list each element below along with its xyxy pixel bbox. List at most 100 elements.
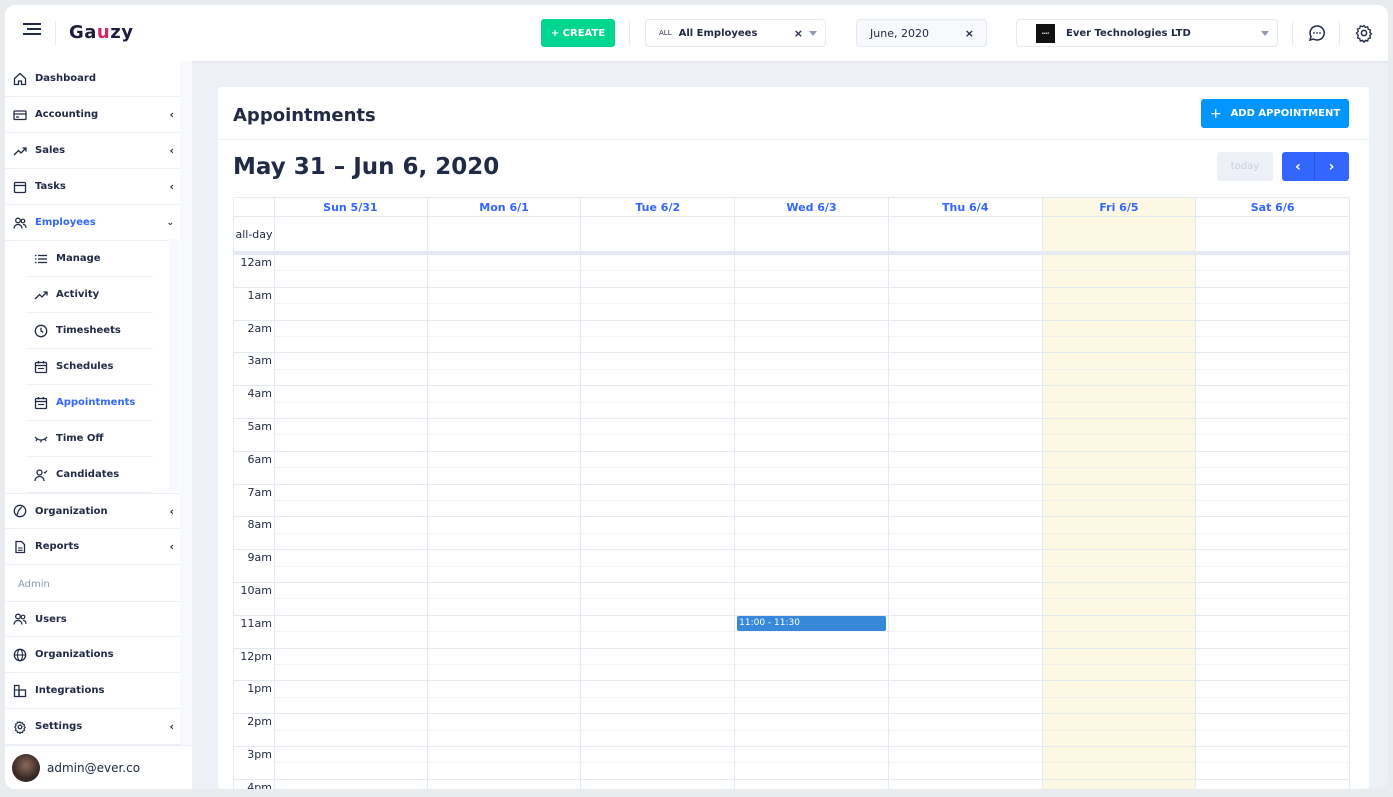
- sidebar-subitem-activity[interactable]: Activity: [26, 277, 153, 313]
- appointment-event[interactable]: 11:00 - 11:30: [737, 615, 886, 632]
- app-window: Gauzy + CREATE ALL All Employees × June,…: [5, 5, 1388, 789]
- sidebar-item-sales[interactable]: Sales ‹: [5, 133, 180, 169]
- sidebar-subitem-label: Activity: [56, 289, 100, 300]
- sidebar-item-organizations[interactable]: Organizations: [5, 637, 180, 673]
- chevron-left-icon: ‹: [169, 144, 174, 157]
- next-week-button[interactable]: ›: [1315, 152, 1348, 181]
- hour-line: [234, 286, 1350, 288]
- time-label: 7am: [247, 485, 272, 499]
- chevron-down-icon: [809, 31, 817, 36]
- person-icon: [33, 467, 49, 483]
- top-header: Gauzy + CREATE ALL All Employees × June,…: [5, 5, 1388, 61]
- sidebar-subitem-appointments[interactable]: Appointments: [26, 385, 153, 421]
- gear-icon[interactable]: [1354, 23, 1374, 43]
- appointments-card: Appointments + ADD APPOINTMENT May 31 – …: [218, 87, 1369, 789]
- half-hour-line: [274, 729, 1350, 731]
- eye-off-icon: [33, 431, 49, 447]
- time-label: 6am: [247, 452, 272, 466]
- integrations-icon: [12, 683, 28, 699]
- trending-up-icon: [33, 287, 49, 303]
- chevron-down-icon: [1261, 31, 1269, 36]
- day-header[interactable]: Thu 6/4: [888, 198, 1043, 217]
- hour-line: [234, 516, 1350, 518]
- time-label: 1pm: [247, 682, 272, 696]
- sidebar-subitem-candidates[interactable]: Candidates: [26, 457, 153, 493]
- half-hour-line: [274, 664, 1350, 665]
- calendar-icon: [33, 359, 49, 375]
- menu-toggle-icon[interactable]: [23, 23, 41, 41]
- half-hour-line: [274, 270, 1350, 272]
- organization-select[interactable]: ever Ever Technologies LTD: [1016, 19, 1278, 47]
- half-hour-line: [274, 401, 1350, 403]
- avatar[interactable]: [12, 753, 40, 782]
- sidebar-subitem-time-off[interactable]: Time Off: [26, 421, 153, 457]
- sidebar-item-accounting[interactable]: Accounting ‹: [5, 97, 180, 133]
- sidebar-item-integrations[interactable]: Integrations: [5, 673, 180, 709]
- date-select-value: June, 2020: [870, 26, 929, 40]
- time-label: 9am: [247, 551, 272, 565]
- sidebar-item-reports[interactable]: Reports ‹: [5, 529, 180, 565]
- chat-icon[interactable]: [1307, 23, 1327, 43]
- day-header[interactable]: Sun 5/31: [274, 198, 428, 217]
- all-day-label: all-day: [235, 228, 273, 241]
- user-profile[interactable]: admin@ever.co: [5, 745, 192, 789]
- half-hour-line: [274, 565, 1350, 567]
- day-header[interactable]: Tue 6/2: [581, 198, 736, 217]
- hour-line: [234, 254, 1350, 255]
- hour-line: [234, 680, 1350, 682]
- gauzy-logo[interactable]: Gauzy: [69, 22, 133, 43]
- submenu-scrollbar[interactable]: [169, 239, 179, 491]
- hour-line: [234, 778, 1350, 780]
- day-header[interactable]: Sat 6/6: [1196, 198, 1350, 217]
- sidebar-subitem-schedules[interactable]: Schedules: [26, 349, 153, 385]
- clock-icon: [33, 323, 49, 339]
- sidebar-item-settings[interactable]: Settings ‹: [5, 709, 180, 745]
- calendar-icon: [33, 395, 49, 411]
- card-icon: [12, 107, 28, 123]
- day-header[interactable]: Wed 6/3: [735, 198, 889, 217]
- sidebar-subitem-timesheets[interactable]: Timesheets: [26, 313, 153, 349]
- trending-up-icon: [12, 143, 28, 159]
- create-button[interactable]: + CREATE: [541, 19, 615, 47]
- people-icon: [12, 215, 28, 231]
- time-label: 1am: [247, 288, 272, 302]
- sidebar-item-label: Accounting: [35, 109, 99, 120]
- sidebar-item-users[interactable]: Users: [5, 601, 180, 637]
- sidebar-item-label: Integrations: [35, 685, 105, 696]
- sidebar-subitem-label: Manage: [56, 253, 101, 264]
- time-label: 4pm: [247, 780, 272, 789]
- sidebar-item-dashboard[interactable]: Dashboard: [5, 61, 180, 97]
- today-button[interactable]: today: [1217, 152, 1273, 181]
- prev-week-button[interactable]: ‹: [1282, 152, 1315, 181]
- sidebar-scrollbar[interactable]: [180, 61, 192, 745]
- sidebar-subitem-manage[interactable]: Manage: [26, 241, 153, 277]
- sidebar-subitem-label: Candidates: [56, 469, 120, 480]
- hour-line: [234, 582, 1350, 583]
- file-icon: [12, 539, 28, 555]
- day-header[interactable]: Fri 6/5: [1042, 198, 1197, 217]
- sidebar-item-label: Employees: [35, 217, 96, 228]
- time-label: 12pm: [240, 649, 272, 663]
- day-header[interactable]: Mon 6/1: [427, 198, 582, 217]
- half-hour-line: [274, 303, 1350, 305]
- sidebar-item-tasks[interactable]: Tasks ‹: [5, 169, 180, 205]
- clear-employee-icon[interactable]: ×: [794, 27, 803, 40]
- organization-logo: ever: [1036, 23, 1055, 43]
- user-email: admin@ever.co: [47, 760, 141, 775]
- add-appointment-button[interactable]: + ADD APPOINTMENT: [1201, 99, 1349, 128]
- sidebar-item-employees[interactable]: Employees ⌄: [5, 205, 180, 241]
- admin-group-label: Admin: [18, 579, 50, 590]
- hour-line: [234, 647, 1350, 649]
- sidebar: Dashboard Accounting ‹ Sales ‹ Tasks ‹ E…: [5, 61, 192, 789]
- date-range-title: May 31 – Jun 6, 2020: [233, 154, 500, 180]
- clear-date-icon[interactable]: ×: [965, 27, 974, 40]
- sidebar-item-organization[interactable]: Organization ‹: [5, 493, 180, 529]
- chevron-left-icon: ‹: [169, 504, 174, 518]
- hour-line: [234, 352, 1350, 354]
- employee-select[interactable]: ALL All Employees ×: [645, 19, 826, 47]
- hour-line: [234, 549, 1350, 551]
- org-icon: [12, 503, 28, 519]
- date-select[interactable]: June, 2020 ×: [856, 19, 987, 47]
- people-icon: [12, 611, 28, 627]
- time-label: 8am: [247, 518, 272, 532]
